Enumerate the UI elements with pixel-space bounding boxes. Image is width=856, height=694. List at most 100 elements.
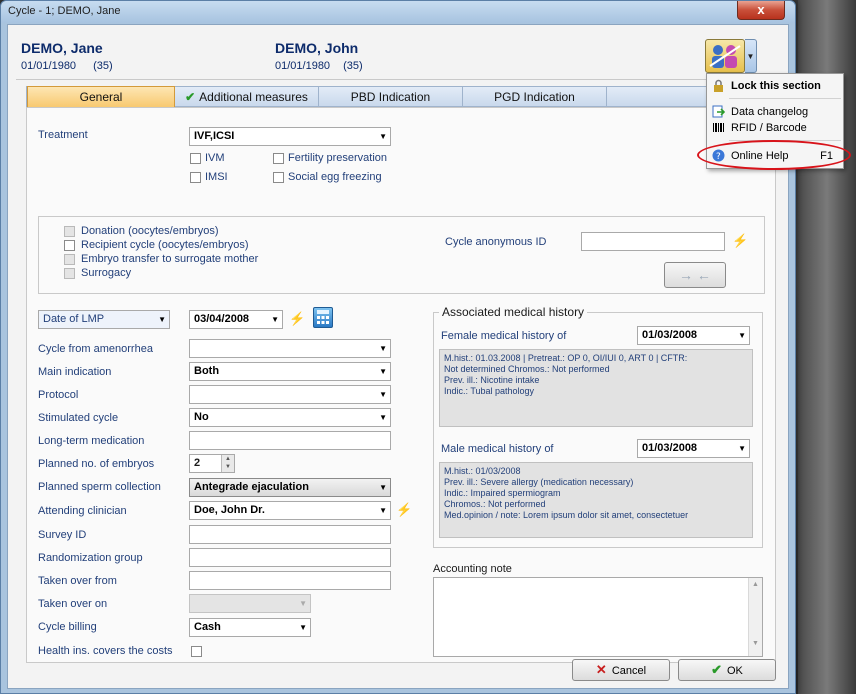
- social-egg-freezing-checkbox[interactable]: [273, 172, 284, 183]
- menu-item-data-changelog-label: Data changelog: [731, 106, 809, 118]
- menu-separator: [729, 98, 841, 99]
- health-ins-covers-label: Health ins. covers the costs: [38, 645, 173, 657]
- male-history-date-select[interactable]: 01/03/2008 ▼: [637, 439, 750, 458]
- cycle-from-amenorrhea-select[interactable]: ▼: [189, 339, 391, 358]
- male-patient-dob: 01/01/1980 (35): [275, 60, 363, 72]
- cycle-billing-label: Cycle billing: [38, 621, 97, 633]
- protocol-label: Protocol: [38, 389, 79, 401]
- ivm-checkbox[interactable]: [190, 153, 201, 164]
- female-history-line: Indic.: Tubal pathology: [444, 386, 535, 396]
- donation-checkbox[interactable]: [64, 226, 75, 237]
- attending-clinician-label: Attending clinician: [38, 505, 127, 517]
- cycle-billing-select[interactable]: Cash ▼: [189, 618, 311, 637]
- female-history-line: Prev. ill.: Nicotine intake: [444, 375, 540, 385]
- tab-pgd-indication[interactable]: PGD Indication: [463, 87, 607, 107]
- stimulated-cycle-select[interactable]: No ▼: [189, 408, 391, 427]
- scroll-down-icon[interactable]: ▼: [749, 640, 762, 647]
- chevron-down-icon: ▼: [379, 506, 387, 515]
- date-type-select[interactable]: Date of LMP ▼: [38, 310, 170, 329]
- long-term-medication-input[interactable]: [189, 431, 391, 450]
- tab-general[interactable]: General: [27, 86, 175, 108]
- stimulated-cycle-label: Stimulated cycle: [38, 412, 119, 424]
- main-indication-select[interactable]: Both ▼: [189, 362, 391, 381]
- male-history-label: Male medical history of: [441, 443, 554, 455]
- female-history-summary: M.hist.: 01.03.2008 | Pretreat.: OP 0, O…: [439, 349, 753, 427]
- window-title: Cycle - 1; DEMO, Jane: [8, 5, 121, 17]
- planned-embryos-spinner[interactable]: ▲ ▼: [221, 455, 234, 472]
- cycle-billing-value: Cash: [194, 621, 221, 633]
- planned-embryos-value: 2: [194, 457, 201, 469]
- lightning-icon[interactable]: ⚡: [289, 311, 305, 327]
- main-indication-label: Main indication: [38, 366, 112, 378]
- cycle-window: Cycle - 1; DEMO, Jane x DEMO, Jane 01/01…: [0, 0, 796, 694]
- lmp-date-picker[interactable]: 03/04/2008 ▼: [189, 310, 283, 329]
- randomization-group-label: Randomization group: [38, 552, 143, 564]
- tab-pbd-indication[interactable]: PBD Indication: [319, 87, 463, 107]
- tools-button[interactable]: [705, 39, 745, 73]
- transfer-id-button[interactable]: → ←: [664, 262, 726, 288]
- male-history-summary: M.hist.: 01/03/2008 Prev. ill.: Severe a…: [439, 462, 753, 538]
- tab-bar: General ✔ Additional measures PBD Indicat…: [26, 86, 776, 108]
- changelog-icon: [712, 105, 725, 118]
- accounting-note-label: Accounting note: [433, 563, 512, 575]
- taken-over-on-picker[interactable]: ▼: [189, 594, 311, 613]
- cancel-button[interactable]: ✕ Cancel: [572, 659, 670, 681]
- planned-sperm-collection-select[interactable]: Antegrade ejaculation ▼: [189, 478, 391, 497]
- survey-id-input[interactable]: [189, 525, 391, 544]
- cancel-x-icon: ✕: [595, 662, 607, 677]
- chevron-down-icon: ▼: [738, 444, 746, 453]
- treatment-select[interactable]: IVF,ICSI ▼: [189, 127, 391, 146]
- tab-additional-measures[interactable]: ✔ Additional measures: [175, 87, 319, 107]
- tab-additional-measures-label: Additional measures: [199, 90, 308, 104]
- calculator-grid-icon: [317, 310, 329, 324]
- chevron-down-icon: ▼: [379, 483, 387, 492]
- menu-item-lock-section[interactable]: Lock this section: [707, 76, 843, 96]
- male-history-line: Med.opinion / note: Lorem ipsum dolor si…: [444, 510, 689, 520]
- taken-over-from-input[interactable]: [189, 571, 391, 590]
- calculator-icon[interactable]: [313, 307, 333, 328]
- recipient-cycle-checkbox[interactable]: [64, 240, 75, 251]
- lightning-icon[interactable]: ⚡: [396, 502, 412, 518]
- menu-item-rfid-barcode[interactable]: RFID / Barcode: [707, 118, 843, 138]
- lightning-icon[interactable]: ⚡: [732, 233, 748, 249]
- treatment-label: Treatment: [38, 129, 88, 141]
- cycle-from-amenorrhea-label: Cycle from amenorrhea: [38, 343, 153, 355]
- surrogacy-checkbox[interactable]: [64, 268, 75, 279]
- chevron-down-icon: ▼: [738, 331, 746, 340]
- female-history-date-select[interactable]: 01/03/2008 ▼: [637, 326, 750, 345]
- female-patient-dob: 01/01/1980 (35): [21, 60, 113, 72]
- accounting-note-scrollbar[interactable]: ▲ ▼: [748, 578, 762, 656]
- accounting-note-textarea[interactable]: [433, 577, 763, 657]
- randomization-group-input[interactable]: [189, 548, 391, 567]
- female-history-line: M.hist.: 01.03.2008 | Pretreat.: OP 0, O…: [444, 353, 688, 363]
- planned-embryos-label: Planned no. of embryos: [38, 458, 155, 470]
- male-history-line: Chromos.: Not performed: [444, 499, 546, 509]
- embryo-transfer-surrogate-checkbox[interactable]: [64, 254, 75, 265]
- date-type-value: Date of LMP: [43, 313, 105, 325]
- male-dob-value: 01/01/1980: [275, 60, 331, 72]
- cycle-anonymous-id-input[interactable]: [581, 232, 725, 251]
- title-bar[interactable]: Cycle - 1; DEMO, Jane x: [1, 1, 795, 23]
- protocol-select[interactable]: ▼: [189, 385, 391, 404]
- male-history-line: M.hist.: 01/03/2008: [444, 466, 521, 476]
- attending-clinician-select[interactable]: Doe, John Dr. ▼: [189, 501, 391, 520]
- ok-button[interactable]: ✔ OK: [678, 659, 776, 681]
- lock-icon: [714, 79, 723, 92]
- chevron-down-icon: ▼: [379, 367, 387, 376]
- tools-dropdown-arrow[interactable]: ▼: [745, 39, 757, 73]
- close-button[interactable]: x: [737, 1, 785, 20]
- female-history-line: Not determined Chromos.: Not performed: [444, 364, 610, 374]
- check-icon: ✔: [711, 662, 722, 677]
- chevron-down-icon: ▼: [271, 315, 279, 324]
- menu-item-rfid-barcode-label: RFID / Barcode: [731, 122, 807, 134]
- female-dob-value: 01/01/1980: [21, 60, 77, 72]
- chevron-down-icon: ▼: [299, 623, 307, 632]
- donation-label: Donation (oocytes/embryos): [81, 225, 219, 237]
- cycle-anonymous-id-label: Cycle anonymous ID: [445, 236, 547, 248]
- scroll-up-icon[interactable]: ▲: [749, 581, 762, 588]
- imsi-checkbox[interactable]: [190, 172, 201, 183]
- fertility-preservation-checkbox[interactable]: [273, 153, 284, 164]
- health-ins-covers-checkbox[interactable]: [191, 646, 202, 657]
- attending-clinician-value: Doe, John Dr.: [194, 504, 265, 516]
- main-indication-value: Both: [194, 365, 220, 377]
